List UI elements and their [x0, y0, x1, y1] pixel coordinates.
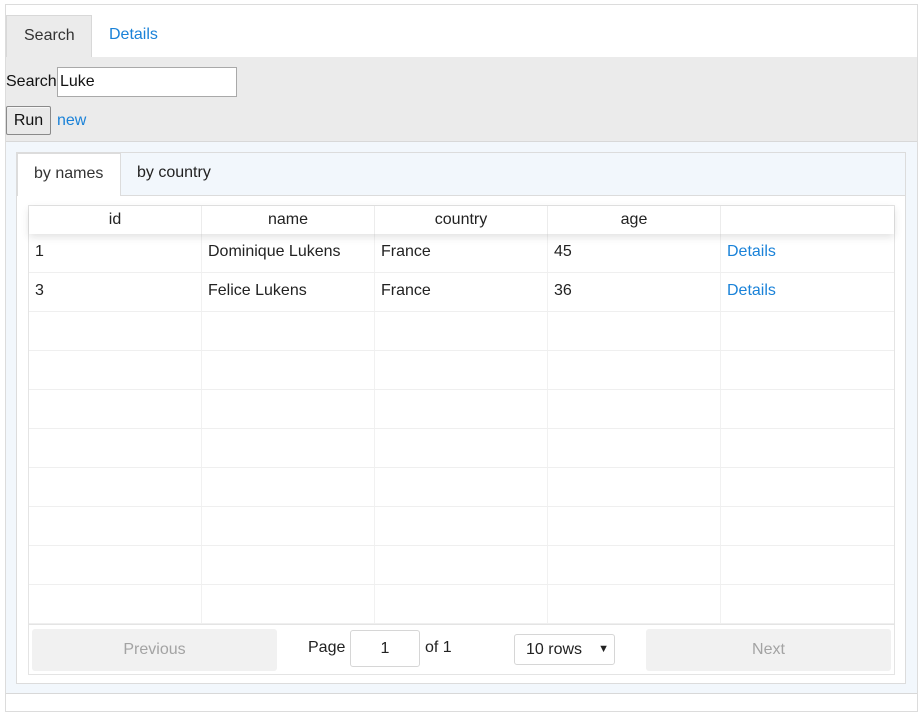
- rows-per-page-select[interactable]: 10 rows ▼: [514, 634, 615, 665]
- results-table: id name country age 1 Dominique Lukens F…: [28, 205, 895, 675]
- empty-cell: [375, 312, 548, 350]
- empty-cell: [721, 429, 894, 467]
- empty-cell: [548, 351, 721, 389]
- cell-age: 36: [548, 273, 721, 311]
- empty-cell: [202, 507, 375, 545]
- empty-cell: [721, 390, 894, 428]
- results-card: by names by country id name country age …: [16, 152, 906, 684]
- tab-search[interactable]: Search: [6, 15, 92, 57]
- empty-cell: [29, 312, 202, 350]
- empty-cell: [29, 351, 202, 389]
- empty-cell: [375, 429, 548, 467]
- column-header-id[interactable]: id: [29, 206, 202, 234]
- cell-age: 45: [548, 234, 721, 272]
- page-count-label: of 1: [425, 639, 452, 656]
- empty-cell: [202, 429, 375, 467]
- empty-cell: [202, 585, 375, 623]
- tab-details[interactable]: Details: [92, 15, 175, 57]
- search-input[interactable]: [57, 67, 237, 97]
- empty-cell: [721, 546, 894, 584]
- empty-cell: [29, 468, 202, 506]
- empty-cell: [375, 351, 548, 389]
- cell-country: France: [375, 273, 548, 311]
- empty-table-row: [29, 351, 894, 390]
- tab-by-names[interactable]: by names: [17, 153, 121, 196]
- empty-cell: [202, 351, 375, 389]
- column-header-country[interactable]: country: [375, 206, 548, 234]
- empty-cell: [375, 390, 548, 428]
- cell-id: 1: [29, 234, 202, 272]
- details-link[interactable]: Details: [721, 234, 894, 272]
- cell-name: Felice Lukens: [202, 273, 375, 311]
- inner-tab-bar: by names by country: [17, 153, 905, 196]
- column-header-action: [721, 206, 894, 234]
- next-button[interactable]: Next: [646, 629, 891, 671]
- pagination-bar: Previous Page of 1 10 rows ▼ Next: [29, 624, 894, 674]
- new-link[interactable]: new: [57, 111, 86, 131]
- empty-table-row: [29, 585, 894, 624]
- rows-per-page-value: 10 rows: [526, 641, 583, 658]
- cell-name: Dominique Lukens: [202, 234, 375, 272]
- empty-cell: [202, 312, 375, 350]
- empty-cell: [202, 390, 375, 428]
- empty-cell: [202, 468, 375, 506]
- empty-cell: [721, 312, 894, 350]
- empty-cell: [548, 546, 721, 584]
- page-number-input[interactable]: [350, 630, 420, 667]
- empty-cell: [375, 585, 548, 623]
- empty-table-row: [29, 429, 894, 468]
- empty-cell: [548, 468, 721, 506]
- run-button[interactable]: Run: [6, 106, 51, 135]
- empty-cell: [721, 468, 894, 506]
- empty-cell: [721, 585, 894, 623]
- empty-cell: [375, 546, 548, 584]
- previous-button[interactable]: Previous: [32, 629, 277, 671]
- cell-id: 3: [29, 273, 202, 311]
- column-header-age[interactable]: age: [548, 206, 721, 234]
- empty-table-row: [29, 390, 894, 429]
- column-header-name[interactable]: name: [202, 206, 375, 234]
- empty-table-row: [29, 507, 894, 546]
- table-header: id name country age: [29, 206, 894, 234]
- tab-by-country[interactable]: by country: [121, 153, 227, 195]
- empty-cell: [548, 429, 721, 467]
- empty-cell: [29, 585, 202, 623]
- empty-cell: [548, 390, 721, 428]
- empty-cell: [548, 507, 721, 545]
- page-label: Page: [308, 639, 346, 656]
- empty-cell: [29, 546, 202, 584]
- empty-cell: [721, 507, 894, 545]
- empty-cell: [29, 507, 202, 545]
- empty-cell: [29, 390, 202, 428]
- empty-cell: [721, 351, 894, 389]
- top-tab-bar: Search Details: [6, 5, 917, 58]
- search-panel: Search Run new: [6, 57, 917, 142]
- results-panel: by names by country id name country age …: [6, 142, 917, 694]
- details-link[interactable]: Details: [721, 273, 894, 311]
- empty-cell: [375, 468, 548, 506]
- table-row: 1 Dominique Lukens France 45 Details: [29, 234, 894, 273]
- empty-cell: [548, 312, 721, 350]
- search-label: Search: [6, 73, 57, 90]
- empty-cell: [29, 429, 202, 467]
- app-window: Search Details Search Run new by names b…: [5, 4, 918, 712]
- caret-down-icon: ▼: [598, 643, 609, 655]
- empty-table-row: [29, 546, 894, 585]
- empty-cell: [375, 507, 548, 545]
- empty-cell: [548, 585, 721, 623]
- table-row: 3 Felice Lukens France 36 Details: [29, 273, 894, 312]
- cell-country: France: [375, 234, 548, 272]
- empty-table-row: [29, 312, 894, 351]
- empty-table-row: [29, 468, 894, 507]
- empty-cell: [202, 546, 375, 584]
